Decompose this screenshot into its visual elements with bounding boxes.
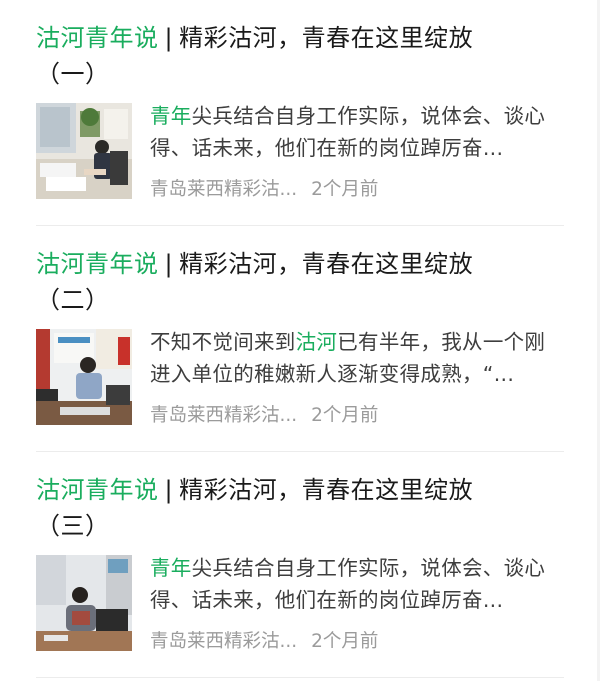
article-item[interactable]: 沽河青年说 | 精彩沽河，青春在这里绽放 （二） 不知不觉间来到沽河已有半年，我从一个… (0, 226, 600, 452)
title-suffix: （二） (36, 286, 110, 314)
title-suffix: （一） (36, 60, 110, 88)
title-separator: | (164, 24, 174, 52)
title-keyword: 沽河青年说 (36, 250, 159, 278)
title-keyword: 沽河青年说 (36, 476, 159, 504)
article-meta: 青岛莱西精彩沽... 2个月前 (150, 174, 378, 206)
title-separator: | (164, 476, 174, 504)
article-summary: 不知不觉间来到沽河已有半年，我从一个刚进入单位的稚嫩新人逐渐变得成熟，“... (150, 326, 566, 390)
summary-keyword: 青年 (150, 556, 192, 580)
article-time: 2个月前 (311, 631, 379, 652)
article-source[interactable]: 青岛莱西精彩沽... (150, 631, 297, 652)
man-at-computer-photo[interactable] (36, 329, 132, 425)
title-separator: | (164, 250, 174, 278)
woman-at-computer-photo[interactable] (36, 555, 132, 651)
article-item[interactable]: 沽河青年说 | 精彩沽河，青春在这里绽放 （一） 青年尖兵结合自身工作实际，说体会、谈… (0, 0, 600, 226)
summary-keyword: 沽河 (295, 330, 338, 354)
article-time: 2个月前 (311, 179, 379, 200)
title-text: 精彩沽河，青春在这里绽放 (179, 476, 474, 504)
article-time: 2个月前 (311, 405, 379, 426)
title-text: 精彩沽河，青春在这里绽放 (179, 250, 474, 278)
article-meta: 青岛莱西精彩沽... 2个月前 (150, 400, 378, 432)
article-item[interactable]: 沽河青年说 | 精彩沽河，青春在这里绽放 （三） 青年尖兵结合自身工作实际，说体会、谈… (0, 452, 600, 678)
title-text: 精彩沽河，青春在这里绽放 (179, 24, 474, 52)
divider (36, 677, 564, 678)
title-suffix: （三） (36, 512, 110, 540)
article-title[interactable]: 沽河青年说 | 精彩沽河，青春在这里绽放 （一） (36, 20, 556, 92)
article-title[interactable]: 沽河青年说 | 精彩沽河，青春在这里绽放 （三） (36, 472, 556, 544)
summary-ellipsis: ... (493, 362, 515, 386)
article-source[interactable]: 青岛莱西精彩沽... (150, 405, 297, 426)
article-source[interactable]: 青岛莱西精彩沽... (150, 179, 297, 200)
title-keyword: 沽河青年说 (36, 24, 159, 52)
summary-ellipsis: ... (482, 588, 504, 612)
article-summary: 青年尖兵结合自身工作实际，说体会、谈心得、话未来，他们在新的岗位踔厉奋... (150, 100, 566, 164)
article-meta: 青岛莱西精彩沽... 2个月前 (150, 626, 378, 658)
summary-ellipsis: ... (482, 136, 504, 160)
woman-writing-at-desk-photo[interactable] (36, 103, 132, 199)
article-summary: 青年尖兵结合自身工作实际，说体会、谈心得、话未来，他们在新的岗位踔厉奋... (150, 552, 566, 616)
summary-keyword: 青年 (150, 104, 192, 128)
article-list: 沽河青年说 | 精彩沽河，青春在这里绽放 （一） 青年尖兵结合自身工作实际，说体会、谈… (0, 0, 600, 681)
article-title[interactable]: 沽河青年说 | 精彩沽河，青春在这里绽放 （二） (36, 246, 556, 318)
summary-text-pre: 不知不觉间来到 (150, 330, 296, 354)
